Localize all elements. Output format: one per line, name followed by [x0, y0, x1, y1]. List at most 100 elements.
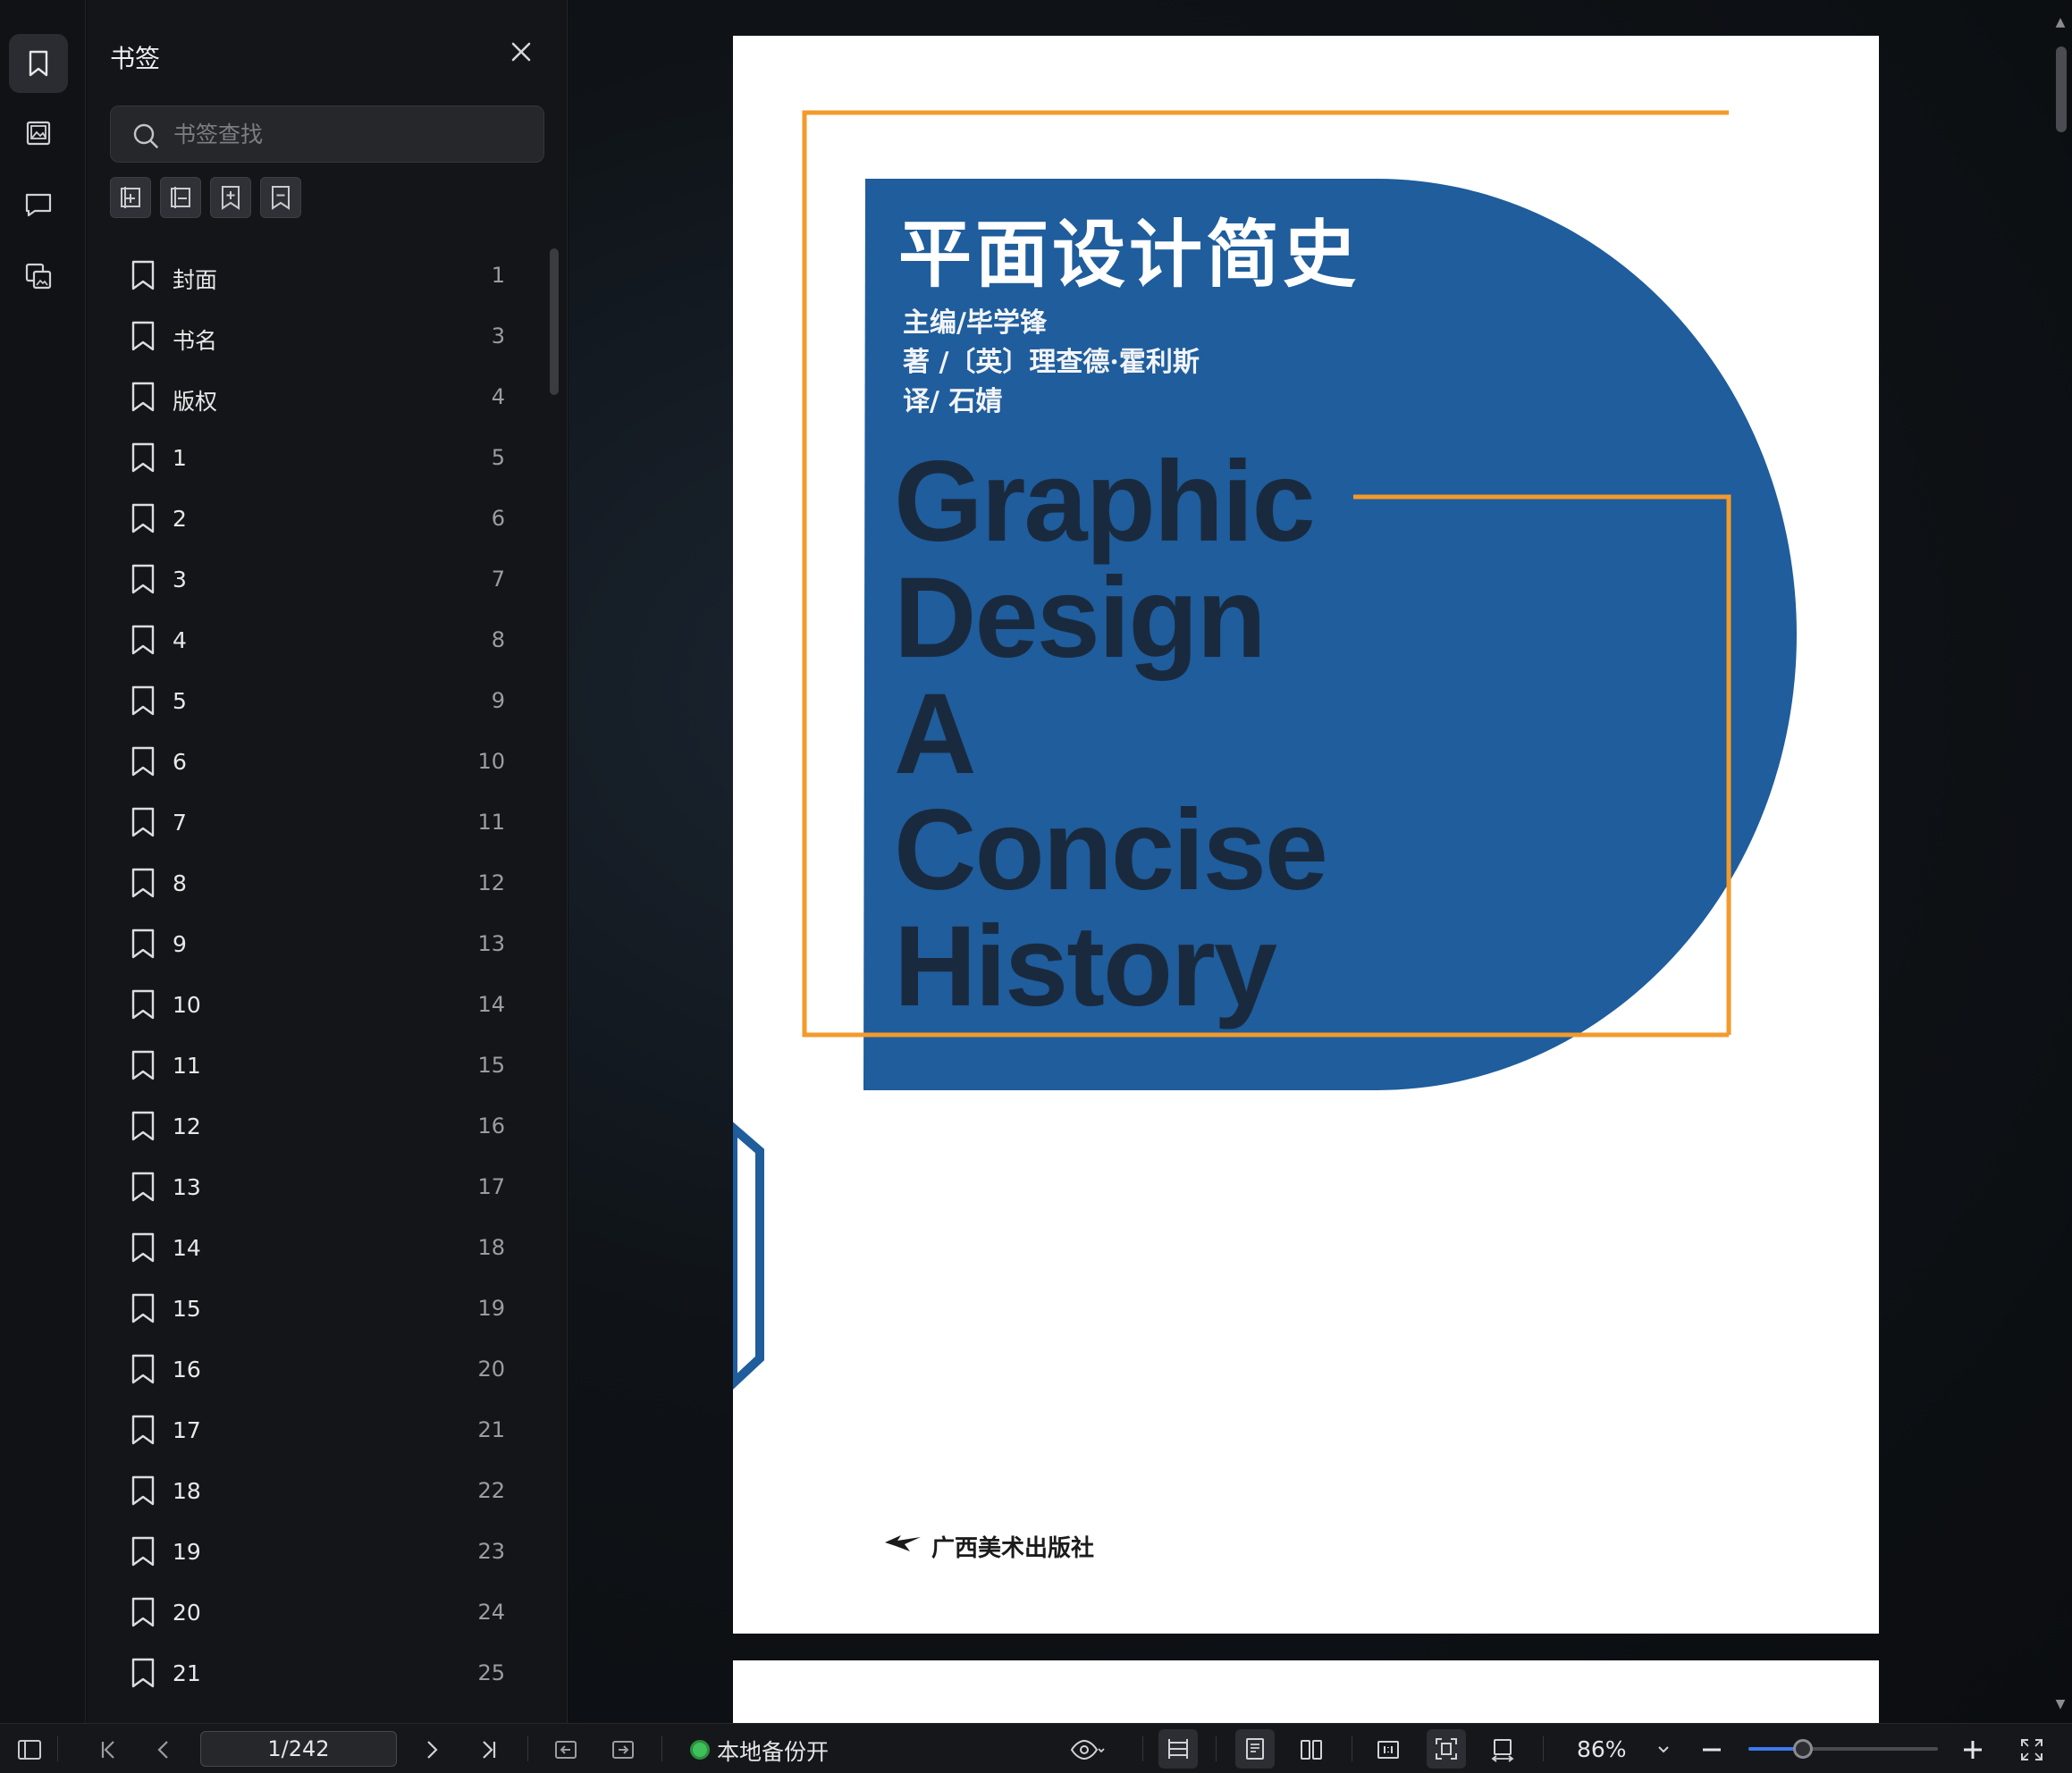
bookmark-item[interactable]: 版权 4: [87, 366, 552, 427]
toggle-sidebar-button[interactable]: [14, 1735, 45, 1765]
bookmark-page-number: 21: [477, 1417, 505, 1442]
zoom-slider[interactable]: [1748, 1739, 1938, 1759]
document-scrollbar[interactable]: ▲ ▼: [2049, 0, 2072, 1723]
bookmark-icon: [131, 1658, 155, 1688]
last-page-button[interactable]: [474, 1735, 504, 1765]
document-page-cover: 平面设计简史 主编/毕学锋 著 /〔英〕理查德·霍利斯 译/ 石婧 Graphi…: [733, 36, 1879, 1634]
bookmark-icon: [131, 929, 155, 959]
bookmark-item[interactable]: 9 13: [87, 913, 552, 974]
bookmark-label: 2: [173, 506, 187, 532]
bookmark-item[interactable]: 20 24: [87, 1582, 552, 1643]
bookmark-label: 16: [173, 1357, 201, 1382]
bookmark-list: 封面 1 书名 3 版权 4 1 5 2 6 3 7 4 8 5 9 6 10 7 11 8 12 9 13 10 14 11 15 1…: [87, 245, 552, 1723]
bookmark-label: 9: [173, 931, 187, 957]
bookmark-search-input[interactable]: [173, 106, 531, 162]
bookmark-item[interactable]: 17 21: [87, 1399, 552, 1460]
search-icon: [133, 123, 158, 148]
separator: [661, 1736, 662, 1761]
separator: [1543, 1736, 1544, 1761]
bookmark-remove-icon: [272, 186, 290, 210]
image-icon: [26, 121, 51, 146]
fullscreen-button[interactable]: [2017, 1735, 2047, 1765]
document-viewport[interactable]: 平面设计简史 主编/毕学锋 著 /〔英〕理查德·霍利斯 译/ 石婧 Graphi…: [569, 0, 2072, 1723]
fit-page-button[interactable]: [1427, 1729, 1466, 1769]
bookmark-icon: [131, 442, 155, 473]
bookmark-item[interactable]: 37: [87, 549, 552, 609]
zoom-out-button[interactable]: [1697, 1735, 1727, 1765]
bookmark-page-number: 1: [491, 263, 505, 288]
bookmark-page-number: 19: [477, 1296, 505, 1321]
rail-thumbnails-button[interactable]: [9, 104, 68, 163]
remove-bookmark-button[interactable]: [260, 177, 301, 218]
bookmark-item[interactable]: 48: [87, 609, 552, 670]
bookmark-item[interactable]: 59: [87, 670, 552, 731]
zoom-dropdown-button[interactable]: [1648, 1735, 1679, 1765]
bookmark-item[interactable]: 封面 1: [87, 245, 552, 306]
bookmark-item[interactable]: 7 11: [87, 792, 552, 853]
first-page-button[interactable]: [93, 1735, 123, 1765]
bookmark-item[interactable]: 书名 3: [87, 306, 552, 366]
scroll-up-icon[interactable]: ▲: [2054, 16, 2067, 29]
bookmark-icon: [131, 989, 155, 1020]
page-number-input[interactable]: [200, 1731, 397, 1767]
bookmark-item[interactable]: 18 22: [87, 1460, 552, 1521]
bookmark-item[interactable]: 12 16: [87, 1096, 552, 1156]
fit-width-button[interactable]: [1158, 1729, 1198, 1769]
rail-bookmarks-button[interactable]: [9, 34, 68, 93]
cover-title-chinese: 平面设计简史: [898, 212, 1360, 298]
bottom-status-bar: 本地备份开 86%: [0, 1723, 2072, 1773]
bookmark-label: 11: [173, 1053, 201, 1079]
bookmark-search-box: [110, 105, 544, 163]
bookmark-item[interactable]: 26: [87, 488, 552, 549]
bookmark-page-number: 4: [491, 384, 505, 409]
history-back-button[interactable]: [551, 1735, 581, 1765]
history-forward-button[interactable]: [608, 1735, 638, 1765]
left-icon-rail: [0, 0, 86, 1723]
expand-all-button[interactable]: [110, 177, 151, 218]
bookmark-item[interactable]: 11 15: [87, 1035, 552, 1096]
bookmark-icon: [131, 1354, 155, 1384]
view-mode-dropdown[interactable]: [1060, 1735, 1114, 1765]
bookmark-item[interactable]: 15: [87, 427, 552, 488]
bookmark-item[interactable]: 10 14: [87, 974, 552, 1035]
bookmark-item[interactable]: 14 18: [87, 1217, 552, 1278]
scroll-down-icon[interactable]: ▼: [2054, 1698, 2067, 1710]
next-page-button[interactable]: [417, 1735, 447, 1765]
two-page-button[interactable]: [1296, 1735, 1327, 1765]
bookmark-item[interactable]: 8 12: [87, 853, 552, 913]
rotate-view-button[interactable]: [1487, 1735, 1518, 1765]
bookmark-item[interactable]: 13 17: [87, 1156, 552, 1217]
zoom-slider-knob[interactable]: [1793, 1739, 1814, 1759]
single-page-button[interactable]: [1235, 1729, 1275, 1769]
bookmark-item[interactable]: 21 25: [87, 1643, 552, 1703]
add-bookmark-button[interactable]: [210, 177, 251, 218]
bookmark-icon: [131, 1172, 155, 1202]
actual-size-button[interactable]: [1373, 1735, 1403, 1765]
bookmark-page-number: 18: [477, 1235, 505, 1260]
close-icon[interactable]: [507, 38, 535, 66]
bookmark-item[interactable]: 16 20: [87, 1339, 552, 1399]
document-scrollbar-thumb[interactable]: [2056, 46, 2067, 132]
rail-attachments-button[interactable]: [9, 247, 68, 306]
bookmark-page-number: 13: [477, 931, 505, 956]
bookmark-label: 版权: [173, 389, 218, 415]
bookmark-label: 书名: [173, 328, 218, 354]
cover-edge-hexagon: [733, 1122, 764, 1390]
collapse-all-button[interactable]: [160, 177, 201, 218]
previous-page-button[interactable]: [148, 1735, 179, 1765]
bookmark-label: 6: [173, 749, 187, 775]
bookmark-item[interactable]: 19 23: [87, 1521, 552, 1582]
bookmark-page-number: 24: [477, 1600, 505, 1625]
panel-title: 书签: [110, 44, 161, 73]
bookmark-icon: [131, 321, 155, 351]
rail-comments-button[interactable]: [9, 175, 68, 234]
pdf-reader-app: 书签 封面1书名3版权41526374859610711812913101411…: [0, 0, 2072, 1773]
zoom-in-button[interactable]: [1958, 1735, 1988, 1765]
zoom-level-label[interactable]: 86%: [1577, 1736, 1627, 1762]
bookmark-list-scrollbar[interactable]: [550, 248, 559, 395]
bookmark-item[interactable]: 15 19: [87, 1278, 552, 1339]
backup-toggle[interactable]: 本地备份开: [717, 1735, 829, 1767]
last-page-icon: [483, 1741, 496, 1759]
bookmark-item[interactable]: 6 10: [87, 731, 552, 792]
bookmark-page-number: 5: [491, 445, 505, 470]
